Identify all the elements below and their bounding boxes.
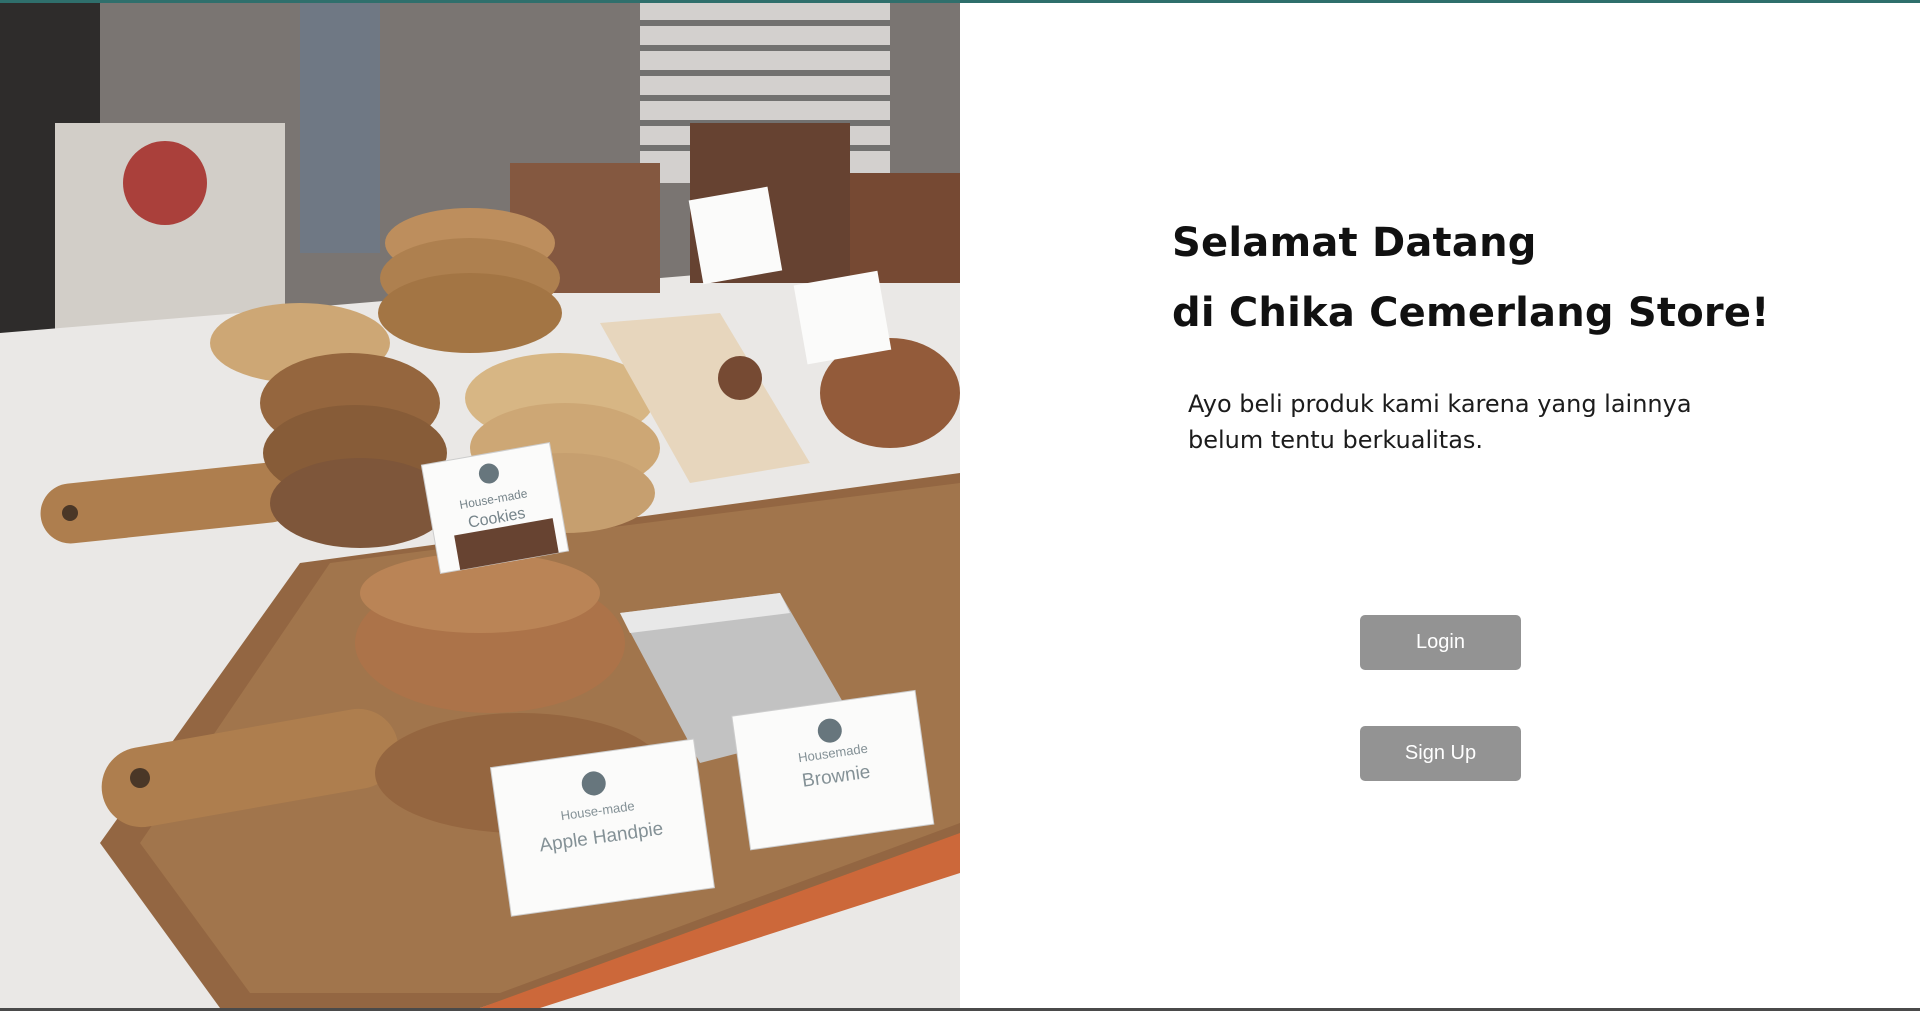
welcome-title-line-1: Selamat Datang [1172, 220, 1537, 266]
signup-button[interactable]: Sign Up [1360, 726, 1521, 781]
landing-page: House-made Cookies House-made Apple Hand… [0, 3, 1920, 1008]
welcome-panel: Selamat Datang di Chika Cemerlang Store!… [960, 3, 1920, 1008]
welcome-title: Selamat Datang di Chika Cemerlang Store! [1172, 208, 1770, 348]
welcome-subtitle: Ayo beli produk kami karena yang lainnya… [1188, 390, 1692, 454]
welcome-title-line-2: di Chika Cemerlang Store! [1172, 290, 1770, 336]
bakery-photo: House-made Cookies House-made Apple Hand… [0, 3, 960, 1008]
login-button[interactable]: Login [1360, 615, 1521, 670]
hero-image: House-made Cookies House-made Apple Hand… [0, 3, 960, 1008]
